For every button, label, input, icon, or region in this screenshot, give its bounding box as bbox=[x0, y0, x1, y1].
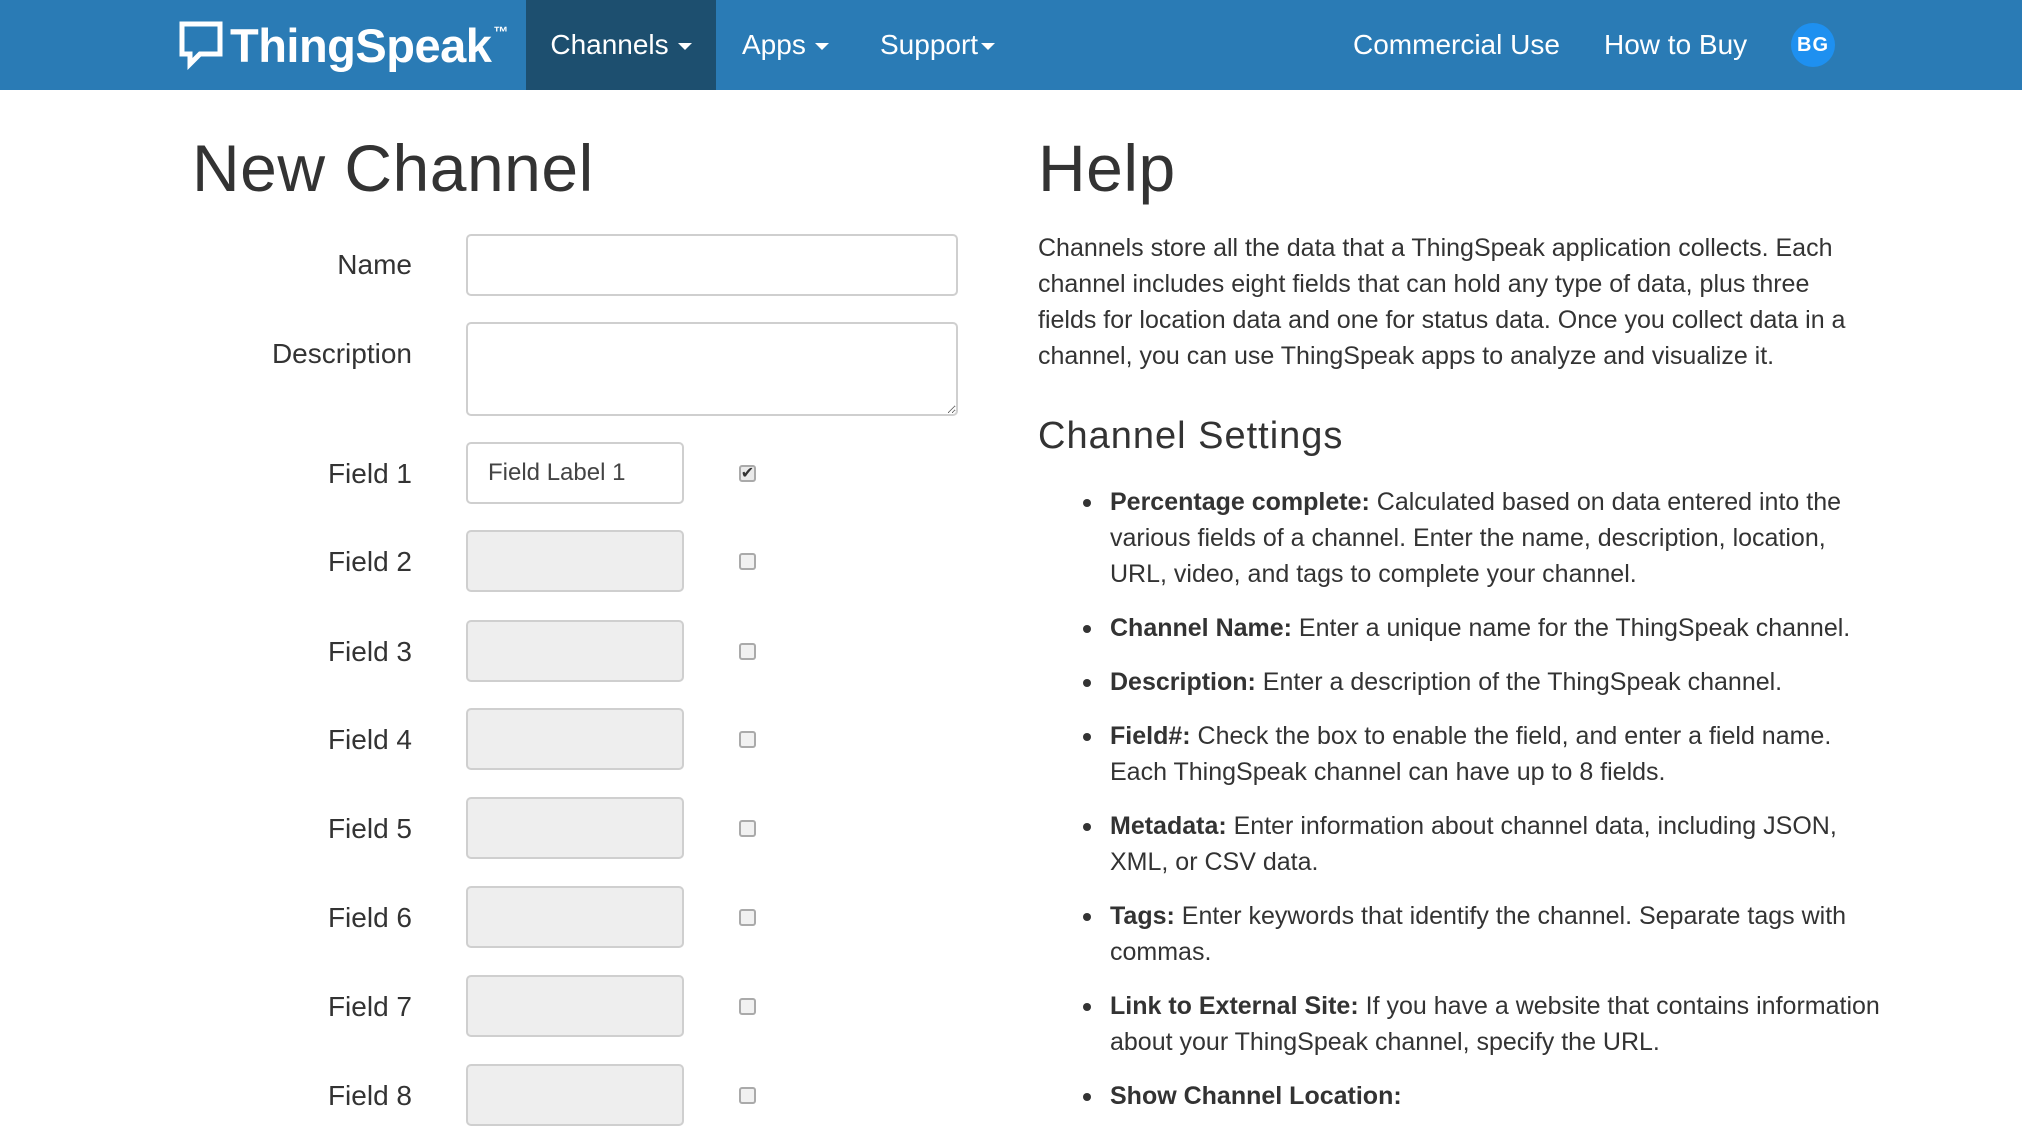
settings-item: Percentage complete: Calculated based on… bbox=[1038, 484, 1888, 592]
nav-how-to-buy-link[interactable]: How to Buy bbox=[1604, 0, 1747, 90]
field-4-label: Field 4 bbox=[327, 724, 412, 755]
settings-item-text: Check the box to enable the field, and e… bbox=[1110, 722, 1832, 786]
nav-apps-label: Apps bbox=[742, 29, 806, 60]
nav-commercial-label: Commercial Use bbox=[1353, 29, 1560, 60]
field-6-input[interactable] bbox=[466, 886, 684, 948]
field-4-input[interactable] bbox=[466, 708, 684, 770]
settings-item: Description: Enter a description of the … bbox=[1038, 664, 1888, 700]
description-label: Description bbox=[271, 338, 412, 369]
field-6-label: Field 6 bbox=[327, 902, 412, 933]
field-3-enable-checkbox[interactable] bbox=[739, 643, 756, 660]
field-2-input[interactable] bbox=[466, 530, 684, 592]
field-3-label: Field 3 bbox=[327, 636, 412, 667]
field-8-label: Field 8 bbox=[327, 1080, 412, 1111]
brand-trademark: ™ bbox=[493, 24, 509, 41]
help-intro: Channels store all the data that a Thing… bbox=[1038, 234, 1846, 370]
settings-item-term: Percentage complete: bbox=[1110, 488, 1370, 516]
field-7-label: Field 7 bbox=[327, 991, 412, 1022]
nav-support-label: Support bbox=[880, 29, 979, 60]
settings-item-text: Enter a description of the ThingSpeak ch… bbox=[1255, 668, 1783, 696]
name-label: Name bbox=[337, 249, 412, 280]
field-5-input[interactable] bbox=[466, 797, 684, 859]
field-8-enable-checkbox[interactable] bbox=[739, 1087, 756, 1104]
nav-support-menu[interactable]: Support bbox=[880, 0, 996, 90]
field-6-enable-checkbox[interactable] bbox=[739, 909, 756, 926]
settings-item-text: Enter a unique name for the ThingSpeak c… bbox=[1291, 614, 1851, 642]
nav-channels-label: Channels bbox=[550, 29, 669, 60]
checkmark-icon: ✔ bbox=[740, 464, 755, 482]
nav-how-to-buy-label: How to Buy bbox=[1604, 29, 1748, 60]
speech-bubble-icon bbox=[179, 21, 223, 70]
help-title: Help bbox=[1038, 131, 1176, 205]
settings-item-term: Metadata: bbox=[1110, 812, 1227, 840]
settings-item-term: Description: bbox=[1110, 668, 1256, 696]
caret-down-icon bbox=[677, 43, 692, 50]
settings-item: Field#: Check the box to enable the fiel… bbox=[1038, 718, 1888, 790]
field-8-input[interactable] bbox=[466, 1064, 684, 1126]
settings-item-text: Enter keywords that identify the channel… bbox=[1110, 902, 1847, 966]
nav-channels-menu[interactable]: Channels bbox=[526, 0, 716, 90]
channel-settings-heading: Channel Settings bbox=[1038, 415, 1344, 457]
settings-item-term: Channel Name: bbox=[1110, 614, 1292, 642]
field-2-label: Field 2 bbox=[327, 546, 412, 577]
field-5-label: Field 5 bbox=[327, 813, 412, 844]
settings-item-term: Link to External Site: bbox=[1110, 992, 1359, 1020]
field-1-enable-checkbox[interactable]: ✔ bbox=[739, 465, 756, 482]
settings-item: Channel Name: Enter a unique name for th… bbox=[1038, 610, 1888, 646]
thingspeak-logo[interactable]: ThingSpeak ™ bbox=[178, 14, 508, 76]
channel-settings-list: Percentage complete: Calculated based on… bbox=[1038, 484, 1888, 1132]
description-textarea[interactable] bbox=[466, 322, 958, 416]
settings-item: Metadata: Enter information about channe… bbox=[1038, 808, 1888, 880]
field-7-enable-checkbox[interactable] bbox=[739, 998, 756, 1015]
user-avatar[interactable]: BG bbox=[1791, 23, 1835, 67]
brand-name: ThingSpeak bbox=[230, 18, 492, 72]
settings-item: Link to External Site: If you have a web… bbox=[1038, 988, 1888, 1060]
field-1-input[interactable] bbox=[466, 442, 684, 504]
nav-apps-menu[interactable]: Apps bbox=[742, 0, 829, 90]
caret-down-icon bbox=[814, 43, 829, 50]
nav-commercial-use-link[interactable]: Commercial Use bbox=[1353, 0, 1560, 90]
field-2-enable-checkbox[interactable] bbox=[739, 553, 756, 570]
field-7-input[interactable] bbox=[466, 975, 684, 1037]
top-navbar: ThingSpeak ™ Channels Apps Support Comme… bbox=[0, 0, 2022, 90]
settings-item-term: Show Channel Location: bbox=[1110, 1082, 1402, 1110]
settings-item-term: Tags: bbox=[1110, 902, 1175, 930]
field-1-label: Field 1 bbox=[327, 458, 412, 489]
field-5-enable-checkbox[interactable] bbox=[739, 820, 756, 837]
settings-item: Show Channel Location: bbox=[1038, 1078, 1888, 1114]
settings-item: Tags: Enter keywords that identify the c… bbox=[1038, 898, 1888, 970]
name-input[interactable] bbox=[466, 234, 958, 296]
field-3-input[interactable] bbox=[466, 620, 684, 682]
field-4-enable-checkbox[interactable] bbox=[739, 731, 756, 748]
page-title: New Channel bbox=[192, 131, 594, 205]
settings-item-term: Field#: bbox=[1110, 722, 1191, 750]
caret-down-icon bbox=[981, 43, 996, 50]
